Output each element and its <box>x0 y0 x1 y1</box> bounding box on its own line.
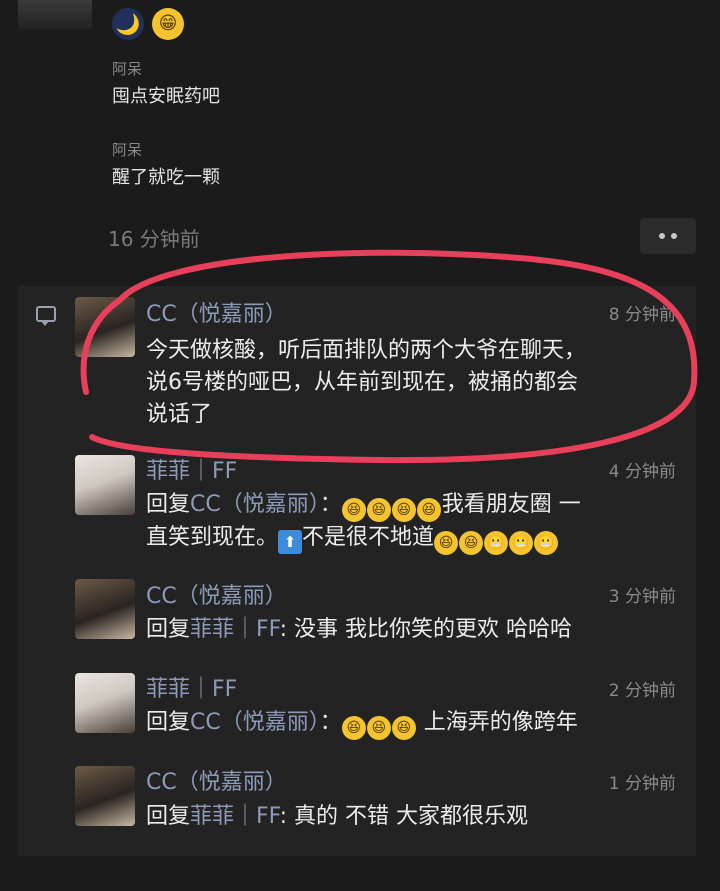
comment-line: 今天做核酸，听后面排队的两个大爷在聊天， <box>146 338 587 363</box>
comment-text: 回复菲菲｜FF: 真的 不错 大家都很乐观 <box>146 801 686 833</box>
comment-text: 今天做核酸，听后面排队的两个大爷在聊天， 说6号楼的哑巴，从年前到现在，被捅的都… <box>146 335 686 431</box>
reply-prefix: 回复 <box>146 617 191 642</box>
grimace-emoji-icon: 😬 <box>534 531 559 555</box>
laugh-emoji-icon: 😆 <box>366 498 391 522</box>
reply-prefix: 回复 <box>146 710 191 735</box>
avatar[interactable] <box>75 455 135 515</box>
emoji-row: 🌙 😁 <box>112 8 184 40</box>
laugh-emoji-icon: 😆 <box>366 716 391 740</box>
reply-colon: ： <box>319 492 342 517</box>
laugh-emoji-icon: 😆 <box>459 531 484 555</box>
reply-prefix: 回复 <box>146 804 191 829</box>
post-time: 16 分钟前 <box>108 227 200 251</box>
comment-segment: 没事 我比你笑的更欢 哈哈哈 <box>287 617 573 642</box>
more-dots-icon <box>659 233 665 239</box>
comment-text: 回复CC（悦嘉丽）： 😆 😆 😆 上海弄的像跨年 <box>146 707 686 740</box>
post-author: 阿呆 <box>112 60 143 78</box>
comment-author[interactable]: 菲菲｜FF <box>146 453 237 485</box>
grin-icon: 😁 <box>152 8 184 40</box>
comment-time: 4 分钟前 <box>608 462 676 482</box>
post-text: 囤点安眠药吧 <box>112 86 220 107</box>
laugh-emoji-icon: 😆 <box>416 498 441 522</box>
comment-line: 说6号楼的哑巴，从年前到现在，被捅的都会 <box>146 370 578 395</box>
more-button[interactable] <box>640 218 696 254</box>
grimace-emoji-icon: 😬 <box>509 531 534 555</box>
comment-segment: 上海弄的像跨年 <box>416 710 578 735</box>
comment-segment: 直笑到现在。 <box>146 525 279 550</box>
comment-time: 8 分钟前 <box>608 305 676 325</box>
reply-prefix: 回复 <box>146 492 191 517</box>
grimace-emoji-icon: 😬 <box>484 531 509 555</box>
avatar[interactable] <box>75 579 135 639</box>
comment-text: 回复CC（悦嘉丽）： 😆 😆 😆 😆 我看朋友圈 一 直笑到现在。 ⬆ 不是很不地道 😆 😆 😬 😬 😬 <box>146 489 686 555</box>
post-text: 醒了就吃一颗 <box>112 167 220 188</box>
post-author: 阿呆 <box>112 141 143 159</box>
comment-line: 说话了 <box>146 402 213 427</box>
reply-colon: : <box>279 617 288 642</box>
comment-text: 回复菲菲｜FF: 没事 我比你笑的更欢 哈哈哈 <box>146 614 686 646</box>
reply-target[interactable]: 菲菲｜FF <box>190 804 280 829</box>
laugh-emoji-icon: 😆 <box>341 498 366 522</box>
comment-time: 1 分钟前 <box>608 774 676 794</box>
reply-colon: : <box>279 804 288 829</box>
reply-target[interactable]: CC（悦嘉丽） <box>190 492 320 517</box>
avatar[interactable] <box>75 766 135 826</box>
avatar[interactable] <box>18 0 92 30</box>
laugh-emoji-icon: 😆 <box>391 716 416 740</box>
comment-time: 2 分钟前 <box>608 681 676 701</box>
avatar[interactable] <box>75 673 135 733</box>
comment-icon[interactable] <box>36 306 56 326</box>
up-arrow-icon: ⬆ <box>278 530 303 554</box>
comment-line: 回复CC（悦嘉丽）： 😆 😆 😆 😆 我看朋友圈 一 <box>146 489 686 522</box>
laugh-emoji-icon: 😆 <box>434 531 459 555</box>
laugh-emoji-icon: 😆 <box>391 498 416 522</box>
comment-segment: 不是很不地道 <box>302 525 435 550</box>
moon-icon: 🌙 <box>112 8 144 40</box>
comment-segment: 真的 不错 大家都很乐观 <box>287 804 529 829</box>
comment-time: 3 分钟前 <box>608 587 676 607</box>
laugh-emoji-icon: 😆 <box>341 716 366 740</box>
comment-segment: 我看朋友圈 一 <box>441 492 581 517</box>
comment-author[interactable]: CC（悦嘉丽） <box>146 296 287 328</box>
comment-author[interactable]: CC（悦嘉丽） <box>146 578 287 610</box>
avatar[interactable] <box>75 297 135 357</box>
more-dots-icon <box>671 233 677 239</box>
comment-author[interactable]: 菲菲｜FF <box>146 671 237 703</box>
reply-colon: ： <box>319 710 342 735</box>
reply-target[interactable]: 菲菲｜FF <box>190 617 280 642</box>
comment-author[interactable]: CC（悦嘉丽） <box>146 764 287 796</box>
reply-target[interactable]: CC（悦嘉丽） <box>190 710 320 735</box>
comment-line: 直笑到现在。 ⬆ 不是很不地道 😆 😆 😬 😬 😬 <box>146 522 686 555</box>
